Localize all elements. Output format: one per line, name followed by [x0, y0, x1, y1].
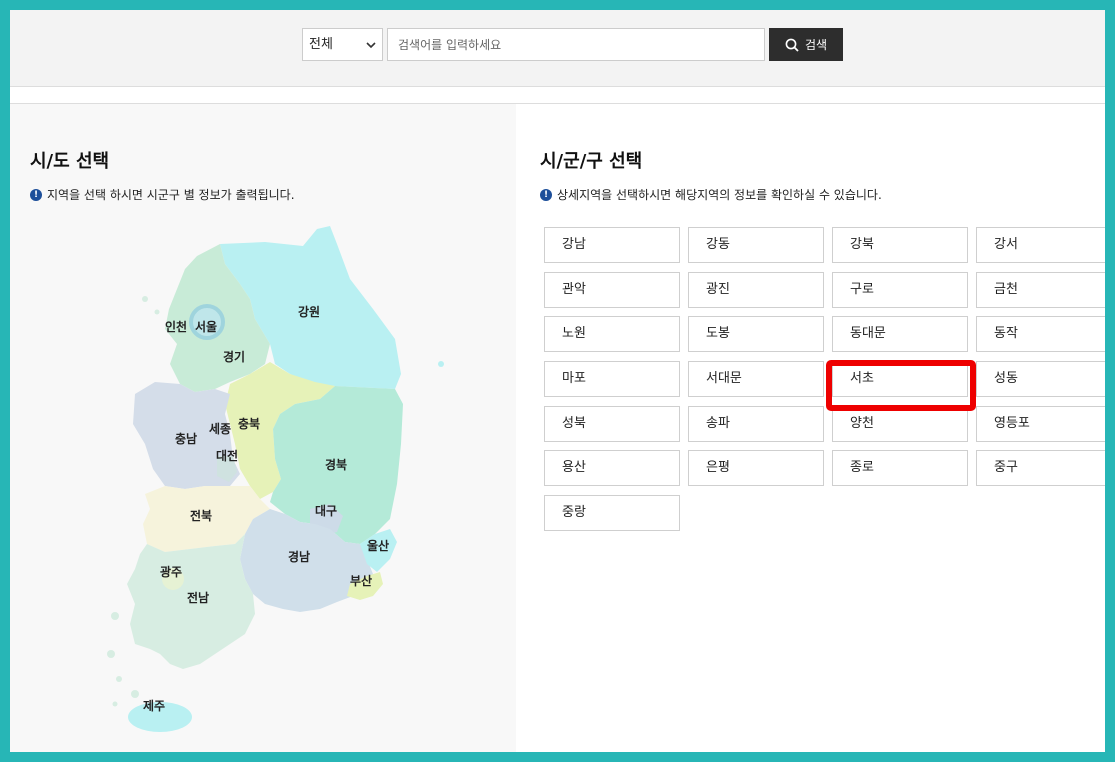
district-button[interactable]: 강서 [976, 227, 1105, 263]
search-button[interactable]: 검색 [769, 28, 843, 61]
map-label-sejong: 세종 [209, 421, 231, 436]
district-button[interactable]: 양천 [832, 406, 968, 442]
district-button-selected[interactable]: 서초 [832, 361, 968, 397]
province-panel-title: 시/도 선택 [30, 151, 110, 172]
search-input[interactable] [387, 28, 765, 61]
district-button[interactable]: 강북 [832, 227, 968, 263]
search-icon [785, 38, 799, 52]
map-label-daejeon: 대전 [216, 448, 238, 463]
district-button[interactable]: 용산 [544, 450, 680, 486]
district-panel-title: 시/군/구 선택 [540, 151, 643, 172]
map-label-gangwon: 강원 [298, 305, 320, 319]
district-button[interactable]: 도봉 [688, 316, 824, 352]
map-label-busan: 부산 [350, 573, 372, 588]
map-label-daegu: 대구 [315, 504, 337, 518]
map-label-jeonbuk: 전북 [190, 508, 212, 523]
district-button[interactable]: 광진 [688, 272, 824, 308]
map-label-ulsan: 울산 [367, 538, 389, 553]
district-button[interactable]: 금천 [976, 272, 1105, 308]
app-frame: 전체 검색 시/도 선택 ! 지역을 선택 하시면 시군구 별 정보가 출력됩니… [10, 10, 1105, 752]
search-bar: 전체 검색 [10, 10, 1105, 87]
map-label-jeonnam: 전남 [187, 590, 209, 605]
district-button[interactable]: 마포 [544, 361, 680, 397]
map-label-chungbuk: 충북 [238, 416, 260, 431]
district-panel-note: ! 상세지역을 선택하시면 해당지역의 정보를 확인하실 수 있습니다. [540, 186, 882, 203]
info-icon: ! [30, 188, 42, 201]
province-panel-note-text: 지역을 선택 하시면 시군구 별 정보가 출력됩니다. [47, 188, 295, 202]
district-panel: 시/군/구 선택 ! 상세지역을 선택하시면 해당지역의 정보를 확인하실 수 … [516, 104, 1105, 752]
district-button[interactable]: 강동 [688, 227, 824, 263]
district-button[interactable]: 노원 [544, 316, 680, 352]
district-button[interactable]: 동작 [976, 316, 1105, 352]
search-scope-select[interactable]: 전체 [302, 28, 383, 61]
map-label-gyeongnam: 경남 [288, 549, 310, 564]
district-button[interactable]: 구로 [832, 272, 968, 308]
map-label-chungnam: 충남 [175, 431, 197, 446]
province-panel-note: ! 지역을 선택 하시면 시군구 별 정보가 출력됩니다. [30, 186, 295, 203]
district-button[interactable]: 서대문 [688, 361, 824, 397]
district-button[interactable]: 종로 [832, 450, 968, 486]
district-button[interactable]: 동대문 [832, 316, 968, 352]
korea-map: 인천 서울 경기 강원 충남 세종 충북 대전 경북 대구 전북 광주 전남 경… [107, 226, 444, 732]
map-label-jeju: 제주 [143, 699, 165, 713]
map-label-gyeongbuk: 경북 [325, 458, 347, 472]
map-label-seoul: 서울 [195, 319, 217, 334]
district-button[interactable]: 중구 [976, 450, 1105, 486]
district-button[interactable]: 강남 [544, 227, 680, 263]
search-scope-value: 전체 [309, 37, 333, 52]
district-button[interactable]: 중랑 [544, 495, 680, 531]
district-button[interactable]: 은평 [688, 450, 824, 486]
info-icon: ! [540, 188, 552, 201]
district-button[interactable]: 성동 [976, 361, 1105, 397]
province-panel: 시/도 선택 ! 지역을 선택 하시면 시군구 별 정보가 출력됩니다. 인천 … [10, 104, 516, 752]
district-button[interactable]: 송파 [688, 406, 824, 442]
map-label-gyeonggi: 경기 [223, 349, 245, 364]
chevron-down-icon [366, 42, 376, 49]
search-button-label: 검색 [804, 38, 828, 52]
map-label-gwangju: 광주 [160, 564, 182, 579]
district-panel-note-text: 상세지역을 선택하시면 해당지역의 정보를 확인하실 수 있습니다. [557, 188, 882, 202]
district-button[interactable]: 관악 [544, 272, 680, 308]
district-button[interactable]: 영등포 [976, 406, 1105, 442]
map-label-incheon: 인천 [165, 319, 187, 334]
district-button[interactable]: 성북 [544, 406, 680, 442]
